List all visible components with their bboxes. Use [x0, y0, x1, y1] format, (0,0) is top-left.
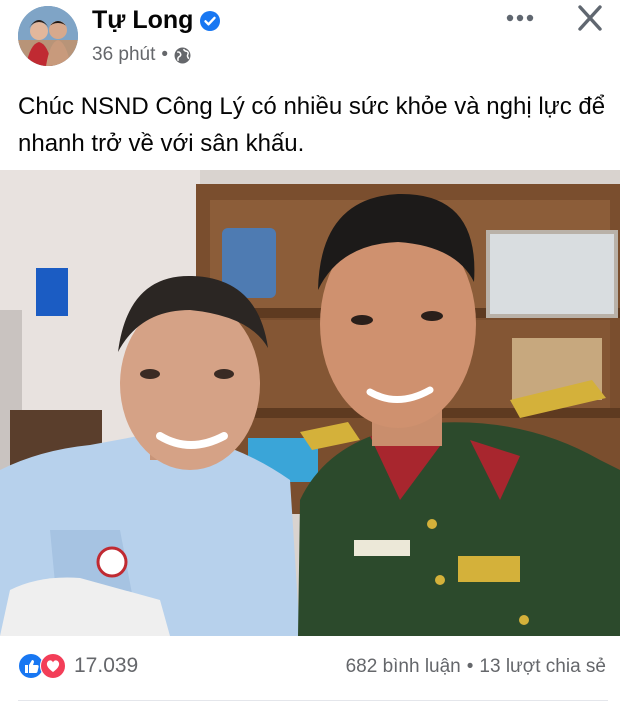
post-photo-illustration [0, 170, 620, 636]
author-row: Tự Long [92, 6, 221, 35]
divider [18, 700, 608, 701]
more-dots-icon [506, 14, 534, 22]
close-icon [578, 5, 602, 31]
post-text: Chúc NSND Công Lý có nhiều sức khỏe và n… [18, 93, 606, 157]
meta-separator: • [161, 44, 169, 65]
stats-separator: • [466, 656, 474, 677]
love-reaction-icon [40, 653, 66, 679]
avatar-photo [18, 6, 78, 66]
globe-icon [174, 47, 191, 63]
post-header: Tự Long 36 phút • [0, 0, 620, 80]
engagement-stats: 682 bình luận • 13 lượt chia sẻ [346, 656, 606, 678]
close-button[interactable] [572, 2, 608, 34]
reactions-summary[interactable]: 17.039 [18, 653, 138, 679]
more-options-button[interactable] [500, 4, 540, 32]
post-time[interactable]: 36 phút [92, 44, 155, 66]
avatar[interactable] [18, 6, 78, 66]
reaction-count[interactable]: 17.039 [74, 654, 138, 678]
comments-count[interactable]: 682 bình luận [346, 656, 461, 678]
post-photo[interactable] [0, 170, 620, 636]
verified-badge-icon [200, 10, 221, 31]
author-name[interactable]: Tự Long [92, 6, 193, 35]
shares-count[interactable]: 13 lượt chia sẻ [479, 656, 606, 678]
post-meta: 36 phút • [92, 44, 191, 66]
